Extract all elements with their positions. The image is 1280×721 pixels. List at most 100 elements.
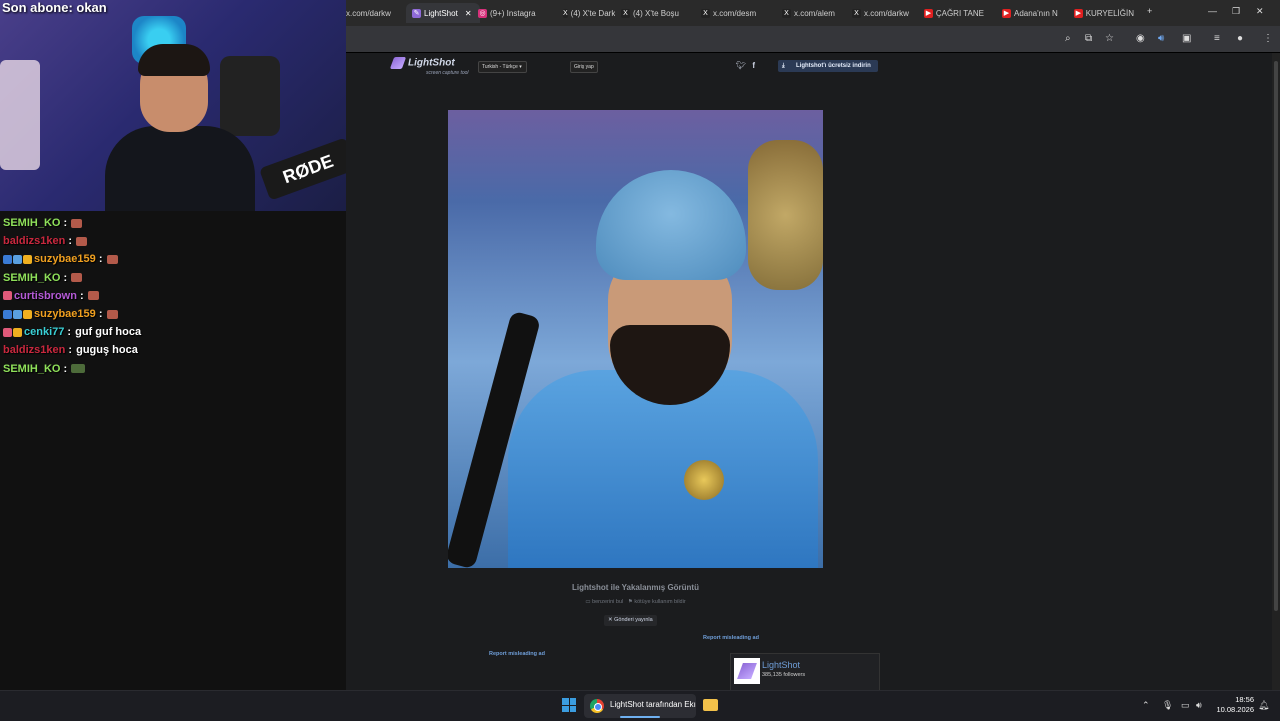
file-explorer-icon[interactable] [703,699,718,711]
chrome-icon [590,699,604,713]
browser-tab[interactable]: ✎ LightShot ✕ [406,3,480,23]
chat-username[interactable]: baldizs1ken [3,344,65,356]
browser-tab[interactable]: x.com/darkw [346,3,398,23]
chat-separator: : [95,253,103,266]
chat-badges [3,327,22,337]
install-app-icon[interactable]: ⧉ [1085,33,1092,44]
bookmark-star-icon[interactable]: ☆ [1105,33,1114,44]
show-hidden-icons-icon[interactable]: ⌃ [1142,700,1150,711]
chat-message: curtisbrown : [0,287,346,305]
network-icon[interactable]: ▭ [1181,700,1190,711]
chat-message: SEMIH_KO : [0,269,346,287]
reading-list-icon[interactable]: ≡ [1214,33,1220,44]
badge-icon [3,254,12,264]
minimize-icon[interactable]: — [1208,6,1217,16]
browser-tab[interactable]: X (4) X'te Darki [563,3,615,23]
tab-label: (9+) Instagra [490,8,536,18]
extensions-puzzle-icon[interactable]: ▣ [1182,33,1191,44]
chat-username[interactable]: SEMIH_KO [3,272,60,284]
extension-icon[interactable]: ◉ [1136,33,1145,44]
browser-tab[interactable]: ▶ KURYELİĞİN [1074,3,1134,23]
tab-strip: + — ❐ ✕ x.com/darkw ✎ LightShot ✕ ◎ (9+) Inst… [346,0,1280,26]
browser-tab[interactable]: ▶ ÇAĞRI TANE [924,3,984,23]
browser-tab[interactable]: ◎ (9+) Instagra [478,3,544,23]
volume-icon[interactable]: 🔊︎ [1196,700,1202,711]
tab-label: x.com/alem [794,8,835,18]
search-similar-link[interactable]: ▭ benzerini bul [585,599,623,605]
chat-username[interactable]: cenki77 [24,326,64,338]
taskbar-chrome-window[interactable]: LightShot tarafından Ekı [584,694,696,718]
tab-label: LightShot [424,8,458,18]
notification-icon[interactable]: 🔔︎ [1258,700,1269,711]
tweet-button[interactable]: ✕ Gönderi yayınla [604,615,657,626]
instagram-icon: ◎ [478,8,487,18]
report-ad-link[interactable]: Report misleading ad [489,651,545,657]
chat-emote-icon [87,291,99,301]
audio-icon[interactable]: 🔊︎ [1158,33,1164,44]
latest-subscriber: Son abone: okan [2,0,107,15]
chat-separator: : [60,271,68,284]
logo-subtitle: screen capture tool [426,70,469,76]
lightshot-icon: ✎ [412,8,421,18]
lightshot-page-thumbnail [734,658,760,684]
chat-message: baldizs1ken : [0,232,346,250]
badge-icon [3,327,12,337]
windows-start-icon[interactable] [562,698,576,712]
chat-message: suzybae159 : [0,250,346,268]
report-ad-link[interactable]: Report misleading ad [703,635,759,641]
chat-username[interactable]: suzybae159 [34,253,96,265]
facebook-page-card[interactable]: LightShot 385,135 followers [730,653,880,690]
new-tab-button[interactable]: + [1147,6,1152,16]
close-window-icon[interactable]: ✕ [1256,6,1264,17]
badge-icon [23,254,32,264]
browser-tab[interactable]: Xx.com/desm [701,3,761,23]
chat-separator: : [60,362,68,375]
language-select[interactable]: Turkish - Türkçe ▾ [478,61,527,73]
menu-icon[interactable]: ⋮ [1263,33,1273,44]
chat-separator: : [65,235,73,248]
chat-text: guguş hoca [76,344,138,357]
browser-tab[interactable]: Xx.com/darkw [852,3,912,23]
stream-chat: SEMIH_KO : baldizs1ken : suzybae159 : SEMIH… [0,214,346,378]
chat-username[interactable]: curtisbrown [14,290,77,302]
chat-emote-icon [71,273,83,283]
chat-emote-icon [76,236,88,246]
lightshot-logo[interactable]: LightShot screen capture tool [389,57,469,76]
download-icon: ⤓ [782,63,785,69]
close-tab-icon[interactable]: ✕ [465,9,472,18]
badge-icon [3,309,12,319]
clock[interactable]: 18:56 10.08.2026 [1214,695,1254,715]
badge-icon [13,327,22,337]
browser-tab[interactable]: Xx.com/alem [782,3,842,23]
chat-username[interactable]: SEMIH_KO [3,363,60,375]
streamer [105,40,255,211]
badge-icon [13,254,22,264]
browser-window: + — ❐ ✕ x.com/darkw ✎ LightShot ✕ ◎ (9+) Inst… [346,0,1280,690]
chat-emote-icon [106,309,118,319]
tab-label: (4) X'te Darki [570,8,615,18]
twitter-icon[interactable]: 🐦︎ [736,61,746,70]
install-button[interactable]: ⤓ Lightshot'ı ücretsiz indirin [778,60,878,72]
chat-message: SEMIH_KO : [0,214,346,232]
microphone-icon[interactable]: 🎙︎ [1162,700,1173,711]
tab-label: (4) X'te Boşu [633,8,679,18]
scrollbar[interactable] [1272,53,1280,690]
chat-username[interactable]: suzybae159 [34,308,96,320]
lightshot-header: LightShot screen capture tool Turkish - … [346,53,1280,79]
browser-tab[interactable]: ▶ Adana'nın N [1002,3,1062,23]
chat-username[interactable]: SEMIH_KO [3,217,60,229]
report-abuse-link[interactable]: ⚑ kötüye kullanım bildir [628,599,686,605]
login-button[interactable]: Giriş yap [570,61,598,73]
page-name[interactable]: LightShot [762,660,800,670]
clock-date: 10.08.2026 [1216,705,1254,714]
restore-icon[interactable]: ❐ [1232,6,1240,17]
chat-badges [3,291,12,301]
facebook-icon[interactable]: f [752,61,755,70]
tab-label: x.com/desm [713,8,757,18]
browser-toolbar: ⌕ ⧉ ☆ ◉ 🔊︎ ▣ ≡ ● ⋮ [346,26,1280,53]
profile-avatar[interactable]: ● [1237,33,1243,44]
browser-tab[interactable]: X (4) X'te Boşu [621,3,681,23]
feather-icon [389,57,407,69]
zoom-icon[interactable]: ⌕ [1065,33,1071,44]
chat-username[interactable]: baldizs1ken [3,235,65,247]
